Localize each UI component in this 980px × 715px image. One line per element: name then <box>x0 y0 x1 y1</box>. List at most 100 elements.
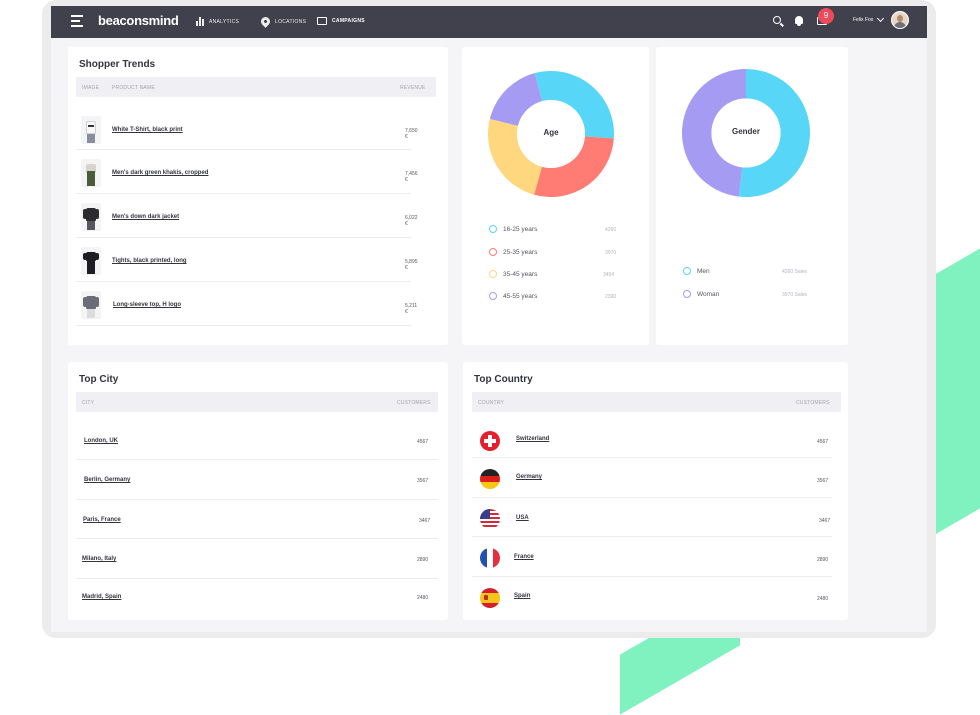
nav-locations-label: LOCATIONS <box>275 18 307 25</box>
legend-item-men[interactable]: Men <box>683 267 710 275</box>
table-row[interactable]: France 2890 <box>472 538 832 577</box>
avatar[interactable] <box>891 11 909 29</box>
product-link[interactable]: Tights, black printed, long <box>112 258 187 264</box>
table-row[interactable]: Germany 3567 <box>472 459 832 498</box>
city-link[interactable]: London, UK <box>84 438 118 444</box>
circle-icon <box>489 248 497 256</box>
table-row[interactable]: Madrid, Spain 2480 <box>76 580 438 618</box>
table-header: COUNTRY CUSTOMERS <box>472 392 841 412</box>
legend-item-45-55[interactable]: 45-55 years <box>489 292 537 300</box>
bell-icon[interactable] <box>795 16 803 26</box>
country-link[interactable]: Switzerland <box>516 436 549 442</box>
revenue-value: 6,022 € <box>405 215 418 227</box>
city-link[interactable]: Berlin, Germany <box>84 477 130 483</box>
table-row[interactable]: Tights, black printed, long 5,895 € <box>76 240 418 282</box>
legend-item-35-45[interactable]: 35-45 years <box>489 270 537 278</box>
customers-value: 2480 <box>417 595 429 601</box>
city-link[interactable]: Milano, Italy <box>82 556 116 562</box>
table-row[interactable]: Long-sleeve top, H logo 5,211 € <box>76 284 417 326</box>
legend-item-woman[interactable]: Woman <box>683 290 719 298</box>
nav-campaigns-label: CAMPAIGNS <box>332 18 365 24</box>
column-header-city: CITY <box>82 400 95 406</box>
chevron-down-icon[interactable] <box>876 14 885 23</box>
customers-value: 2890 <box>417 557 429 563</box>
nav-analytics[interactable]: ANALYTICS <box>196 17 239 26</box>
nav-analytics-label: ANALYTICS <box>209 18 240 25</box>
tights-thumb <box>81 247 101 275</box>
customers-value: 4567 <box>417 439 429 445</box>
user-name[interactable]: Felix Fox <box>853 17 873 23</box>
city-link[interactable]: Madrid, Spain <box>82 594 121 600</box>
column-header-customers: CUSTOMERS <box>796 400 830 406</box>
customers-value: 4567 <box>817 439 829 445</box>
usa-flag-icon <box>480 509 500 529</box>
table-row[interactable]: USA 3467 <box>472 499 832 537</box>
table-header: IMAGE PRODUCT NAME REVENUE <box>76 77 436 97</box>
table-row[interactable]: Men's dark green khakis, cropped 7,456 € <box>76 152 418 194</box>
customers-value: 3467 <box>819 518 831 524</box>
top-navigation-bar: beaconsmind ANALYTICS LOCATIONS CAMPAIGN… <box>51 6 927 38</box>
table-row[interactable]: Switzerland 4567 <box>472 420 832 458</box>
table-row[interactable]: Paris, France 3467 <box>76 501 438 539</box>
country-link[interactable]: France <box>514 554 534 560</box>
customers-value: 3467 <box>419 518 431 524</box>
circle-icon <box>489 225 497 233</box>
french-flag-icon <box>480 548 500 568</box>
app-logo[interactable]: beaconsmind <box>98 13 179 28</box>
legend-label: 16-25 years <box>503 225 538 233</box>
legend-label: Woman <box>697 290 720 298</box>
product-link[interactable]: Men's down dark jacket <box>112 214 179 220</box>
column-header-revenue: REVENUE <box>400 85 426 91</box>
customers-value: 2890 <box>817 557 829 563</box>
shopper-trends-title: Shopper Trends <box>79 59 156 70</box>
legend-item-25-35[interactable]: 25-35 years <box>489 248 537 256</box>
table-header: CITY CUSTOMERS <box>76 392 438 412</box>
table-row[interactable]: London, UK 4567 <box>76 422 438 460</box>
nav-locations[interactable]: LOCATIONS <box>259 15 307 28</box>
swiss-flag-icon <box>480 431 500 451</box>
table-row[interactable]: Milano, Italy 2890 <box>76 540 438 579</box>
product-link[interactable]: White T-Shirt, black print <box>112 127 183 133</box>
table-row[interactable]: Men's down dark jacket 6,022 € <box>76 196 418 238</box>
country-link[interactable]: Germany <box>516 474 542 480</box>
table-row[interactable]: White T-Shirt, black print 7,650 € <box>76 110 418 150</box>
legend-label: 35-45 years <box>503 270 538 278</box>
nav-campaigns[interactable]: CAMPAIGNS <box>317 17 365 25</box>
country-link[interactable]: USA <box>516 515 529 521</box>
circle-icon <box>489 270 497 278</box>
top-city-title: Top City <box>79 374 119 385</box>
legend-item-16-25[interactable]: 16-25 years <box>489 225 537 233</box>
column-header-product: PRODUCT NAME <box>112 85 155 91</box>
white-tshirt-thumb <box>81 116 101 144</box>
gender-center-label: Gender <box>731 127 760 136</box>
customers-value: 2480 <box>817 596 829 602</box>
legend-value: 4260 <box>605 227 617 233</box>
location-pin-icon <box>259 15 272 28</box>
revenue-value: 7,456 € <box>405 171 418 183</box>
circle-icon <box>683 290 691 298</box>
shopper-trends-card: Shopper Trends IMAGE PRODUCT NAME REVENU… <box>68 47 448 345</box>
product-link[interactable]: Men's dark green khakis, cropped <box>112 170 208 176</box>
notification-badge[interactable]: 9 <box>818 8 834 24</box>
longsleeve-thumb <box>81 291 101 319</box>
column-header-country: COUNTRY <box>478 400 505 406</box>
table-row[interactable]: Berlin, Germany 3567 <box>76 461 438 500</box>
legend-value: 2390 <box>605 294 617 300</box>
menu-icon[interactable] <box>71 15 83 27</box>
circle-icon <box>489 292 497 300</box>
legend-label: Men <box>697 267 710 275</box>
top-country-title: Top Country <box>474 374 533 385</box>
screen-icon <box>317 17 327 25</box>
country-link[interactable]: Spain <box>514 593 530 599</box>
product-link[interactable]: Long-sleeve top, H logo <box>113 302 181 308</box>
bar-chart-icon <box>196 17 204 26</box>
legend-value: 3970 <box>605 250 617 256</box>
table-row[interactable]: Spain 2480 <box>472 578 832 616</box>
search-icon[interactable] <box>773 16 781 24</box>
revenue-value: 5,211 € <box>405 303 418 315</box>
column-header-image: IMAGE <box>82 85 100 91</box>
city-link[interactable]: Paris, France <box>83 517 121 523</box>
legend-value: 4260 Sales <box>782 269 808 275</box>
legend-label: 45-55 years <box>503 292 538 300</box>
age-center-label: Age <box>543 128 559 137</box>
